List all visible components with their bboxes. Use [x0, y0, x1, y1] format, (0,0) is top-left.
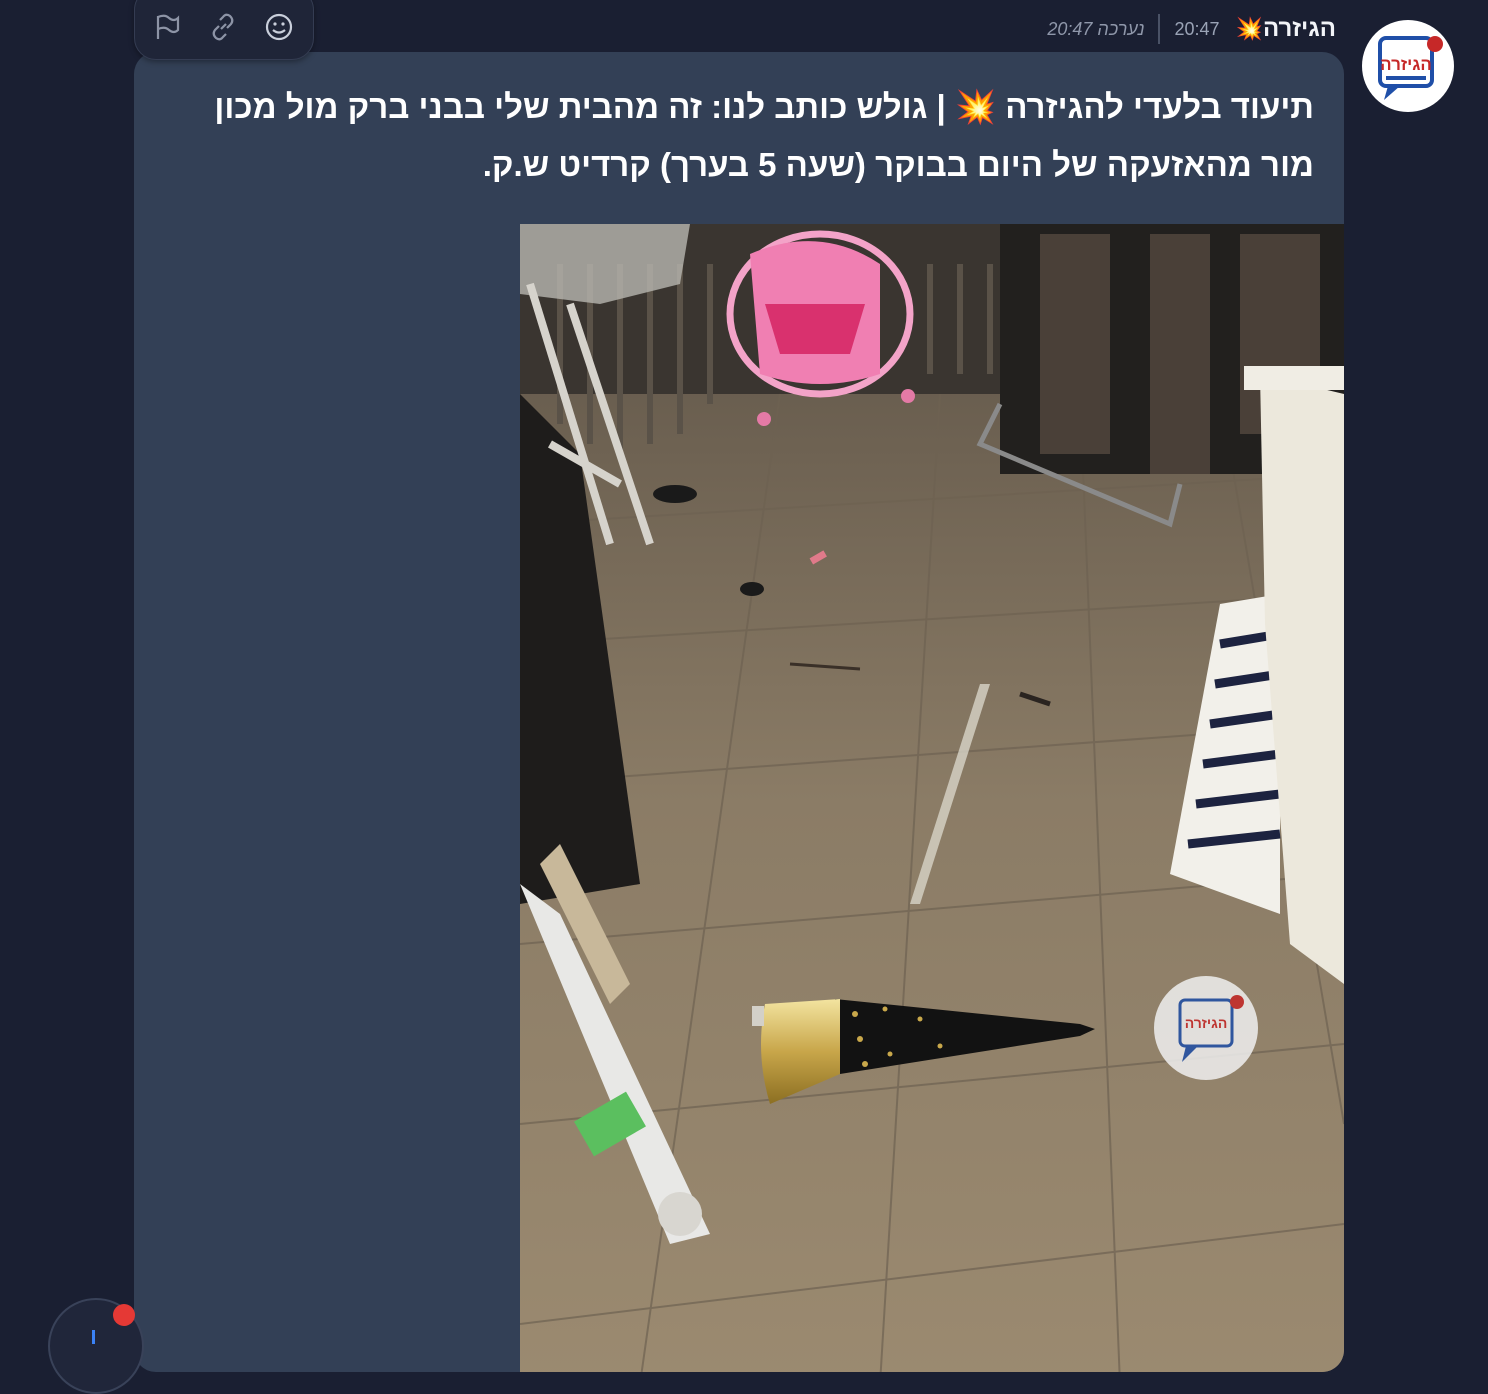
scroll-arrow-icon — [92, 1330, 95, 1344]
hagizra-logo-icon: הגיזרה — [1378, 36, 1443, 100]
message-text: תיעוד בלעדי להגיזרה 💥 | גולש כותב לנו: ז… — [214, 88, 1314, 183]
explosion-emoji-icon: 💥 — [1235, 16, 1263, 42]
svg-text:הגיזרה: הגיזרה — [1185, 1015, 1228, 1031]
report-flag-icon[interactable] — [151, 11, 183, 43]
header-divider — [1158, 14, 1161, 44]
edited-label: נערכה 20:47 — [1047, 18, 1145, 39]
channel-name[interactable]: הגיזרה — [1263, 15, 1336, 43]
photo-missile-fragment: הגיזרה — [520, 224, 1344, 1372]
message-time: 20:47 — [1174, 18, 1220, 39]
svg-text:הגיזרה: הגיזרה — [1380, 55, 1432, 74]
copy-link-icon[interactable] — [207, 11, 239, 43]
channel-avatar[interactable]: הגיזרה — [1362, 20, 1454, 112]
message-header: הגיזרה 💥 20:47 נערכה 20:47 — [1040, 10, 1336, 48]
message-photo[interactable]: הגיזרה — [520, 224, 1344, 1372]
message-bubble: תיעוד בלעדי להגיזרה 💥 | גולש כותב לנו: ז… — [134, 52, 1344, 1372]
react-smiley-icon[interactable] — [263, 11, 295, 43]
message-actions-toolbar — [134, 0, 314, 60]
notification-dot — [113, 1304, 135, 1326]
hagizra-watermark-icon: הגיזרה — [1154, 976, 1258, 1080]
